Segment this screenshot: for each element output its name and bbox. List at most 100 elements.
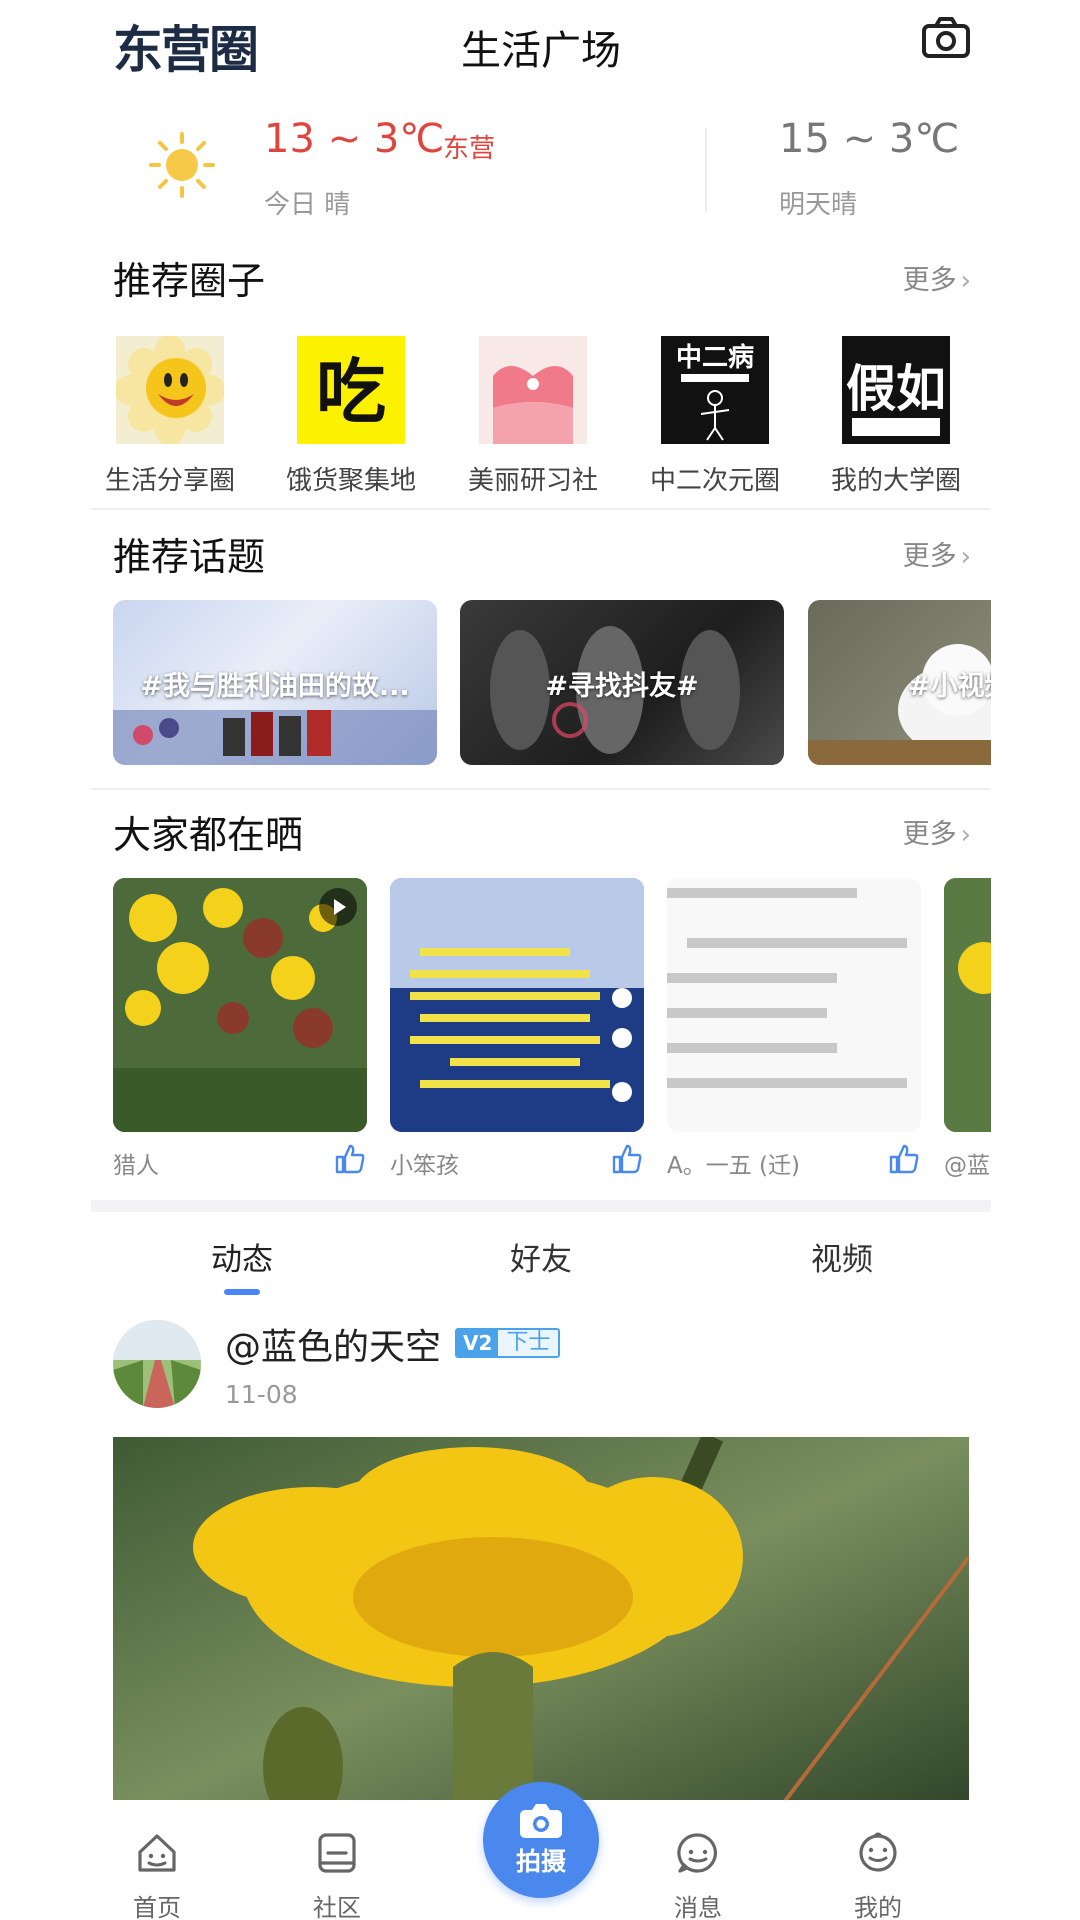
circle-label: 我的大学圈 [830, 466, 961, 496]
circles-list: 生活分享圈 吃 饿货聚集地 美丽研习社 中二病 中二次元圈 假如 我的大学圈 [91, 336, 991, 496]
notice-image [390, 878, 644, 1132]
city-name: 东营 [443, 134, 496, 164]
share-card[interactable]: @蓝色的天空 [944, 878, 991, 1179]
share-card[interactable]: 小笨孩 [390, 878, 644, 1179]
camera-icon[interactable] [921, 16, 971, 60]
circle-item-beauty[interactable]: 美丽研习社 [458, 336, 608, 497]
feed-tabs: 动态 好友 视频 [91, 1222, 991, 1295]
chevron-right-icon: › [960, 820, 971, 850]
tomorrow-temperature: 15 ~ 3℃ [779, 116, 960, 162]
share-thumb [113, 878, 367, 1132]
section-title-shares: 大家都在晒 [113, 813, 304, 857]
section-title-circles: 推荐圈子 [113, 259, 266, 303]
topic-label: #我与胜利油田的故... [140, 671, 410, 702]
tomorrow-description: 明天晴 [779, 190, 858, 220]
post-date: 11-08 [225, 1380, 298, 1409]
circles-more-link[interactable]: 更多 › [903, 258, 971, 297]
share-username: 猎人 [113, 1153, 159, 1179]
thumbs-up-icon[interactable] [610, 1142, 644, 1176]
section-divider [91, 508, 991, 510]
tab-dynamic[interactable]: 动态 [162, 1234, 322, 1279]
chevron-right-icon: › [960, 542, 971, 572]
share-thumb [944, 878, 991, 1132]
nav-home[interactable]: 首页 [97, 1830, 217, 1920]
svg-text:吃: 吃 [316, 350, 386, 433]
share-username: @蓝色的天空 [944, 1153, 991, 1179]
svg-text:假如: 假如 [846, 360, 946, 418]
avatar[interactable] [113, 1320, 201, 1408]
share-username: 小笨孩 [390, 1153, 459, 1179]
shoot-button[interactable]: 拍摄 [483, 1782, 599, 1898]
circle-thumb-eat: 吃 [297, 336, 405, 444]
sun-icon [147, 130, 217, 200]
more-label: 更多 [902, 541, 957, 572]
topics-carousel: #我与胜利油田的故... #寻找抖友# #小视频 [91, 600, 991, 765]
share-thumb [390, 878, 644, 1132]
nav-label: 消息 [674, 1894, 722, 1920]
nav-label: 我的 [854, 1894, 902, 1920]
nav-mine[interactable]: 我的 [818, 1830, 938, 1920]
section-separator [91, 1200, 991, 1212]
camera-icon [520, 1804, 562, 1838]
shares-carousel: 猎人 小笨孩 A。一五 (迁) @蓝 [91, 878, 991, 1198]
message-icon [677, 1833, 717, 1873]
home-icon [138, 1834, 176, 1872]
shares-more-link[interactable]: 更多 › [903, 812, 971, 851]
share-username: A。一五 (迁) [667, 1153, 800, 1179]
page-title: 生活广场 [461, 28, 621, 74]
section-title-topics: 推荐话题 [113, 535, 266, 579]
circle-label: 生活分享圈 [104, 466, 235, 496]
topics-more-link[interactable]: 更多 › [903, 534, 971, 573]
nav-label: 首页 [133, 1894, 181, 1920]
nav-messages[interactable]: 消息 [638, 1830, 758, 1920]
active-tab-indicator [224, 1289, 260, 1295]
tab-friends[interactable]: 好友 [461, 1234, 621, 1279]
today-description: 今日 晴 [264, 190, 351, 220]
circle-thumb-beauty [479, 336, 587, 444]
circle-thumb-smiley [116, 336, 224, 444]
play-icon[interactable] [319, 888, 357, 926]
share-card[interactable]: 猎人 [113, 878, 367, 1179]
circle-item-university[interactable]: 假如 我的大学圈 [821, 336, 971, 497]
profile-icon [859, 1832, 897, 1872]
circle-label: 美丽研习社 [467, 466, 598, 496]
nav-label: 社区 [313, 1894, 361, 1920]
topic-label: #寻找抖友# [545, 671, 699, 702]
section-divider [91, 788, 991, 790]
circle-item-life-share[interactable]: 生活分享圈 [95, 336, 245, 497]
post-username[interactable]: @蓝色的天空 [225, 1318, 441, 1370]
weather-widget[interactable]: 13 ~ 3℃ 东营 今日 晴 15 ~ 3℃ 明天晴 [91, 100, 991, 230]
text-document-image [667, 878, 921, 1132]
post-image[interactable] [113, 1437, 969, 1817]
weather-divider [705, 128, 707, 212]
community-icon [318, 1833, 356, 1873]
chevron-right-icon: › [960, 266, 971, 296]
today-temperature: 13 ~ 3℃ [264, 116, 445, 162]
topic-label: #小视频 [908, 671, 991, 702]
circle-label: 中二次元圈 [649, 466, 780, 496]
topic-card[interactable]: #我与胜利油田的故... [113, 600, 437, 765]
circle-thumb-chuuni: 中二病 [661, 336, 769, 444]
topic-card[interactable]: #寻找抖友# [460, 600, 784, 765]
user-level-badge: V2 下士 [455, 1328, 561, 1358]
topic-card[interactable]: #小视频 [808, 600, 991, 765]
shoot-label: 拍摄 [515, 1847, 566, 1876]
circle-item-foodie[interactable]: 吃 饿货聚集地 [276, 336, 426, 497]
svg-text:中二病: 中二病 [676, 343, 754, 373]
thumbs-up-icon[interactable] [333, 1142, 367, 1176]
more-label: 更多 [902, 265, 957, 296]
app-screen: 东营圈 生活广场 13 ~ 3℃ 东营 今日 晴 15 ~ 3℃ 明天晴 推荐圈… [91, 0, 991, 1920]
flower-image [944, 878, 991, 1132]
thumbs-up-icon[interactable] [887, 1142, 921, 1176]
circle-label: 饿货聚集地 [285, 466, 416, 496]
top-bar: 东营圈 生活广场 [91, 0, 991, 90]
share-card[interactable]: A。一五 (迁) [667, 878, 921, 1179]
nav-community[interactable]: 社区 [277, 1830, 397, 1920]
rank-label: 下士 [498, 1330, 559, 1356]
circle-thumb-university: 假如 [842, 336, 950, 444]
more-label: 更多 [902, 819, 957, 850]
tab-videos[interactable]: 视频 [762, 1234, 922, 1279]
share-thumb [667, 878, 921, 1132]
level-label: V2 [457, 1330, 499, 1356]
circle-item-chuuni[interactable]: 中二病 中二次元圈 [640, 336, 790, 497]
